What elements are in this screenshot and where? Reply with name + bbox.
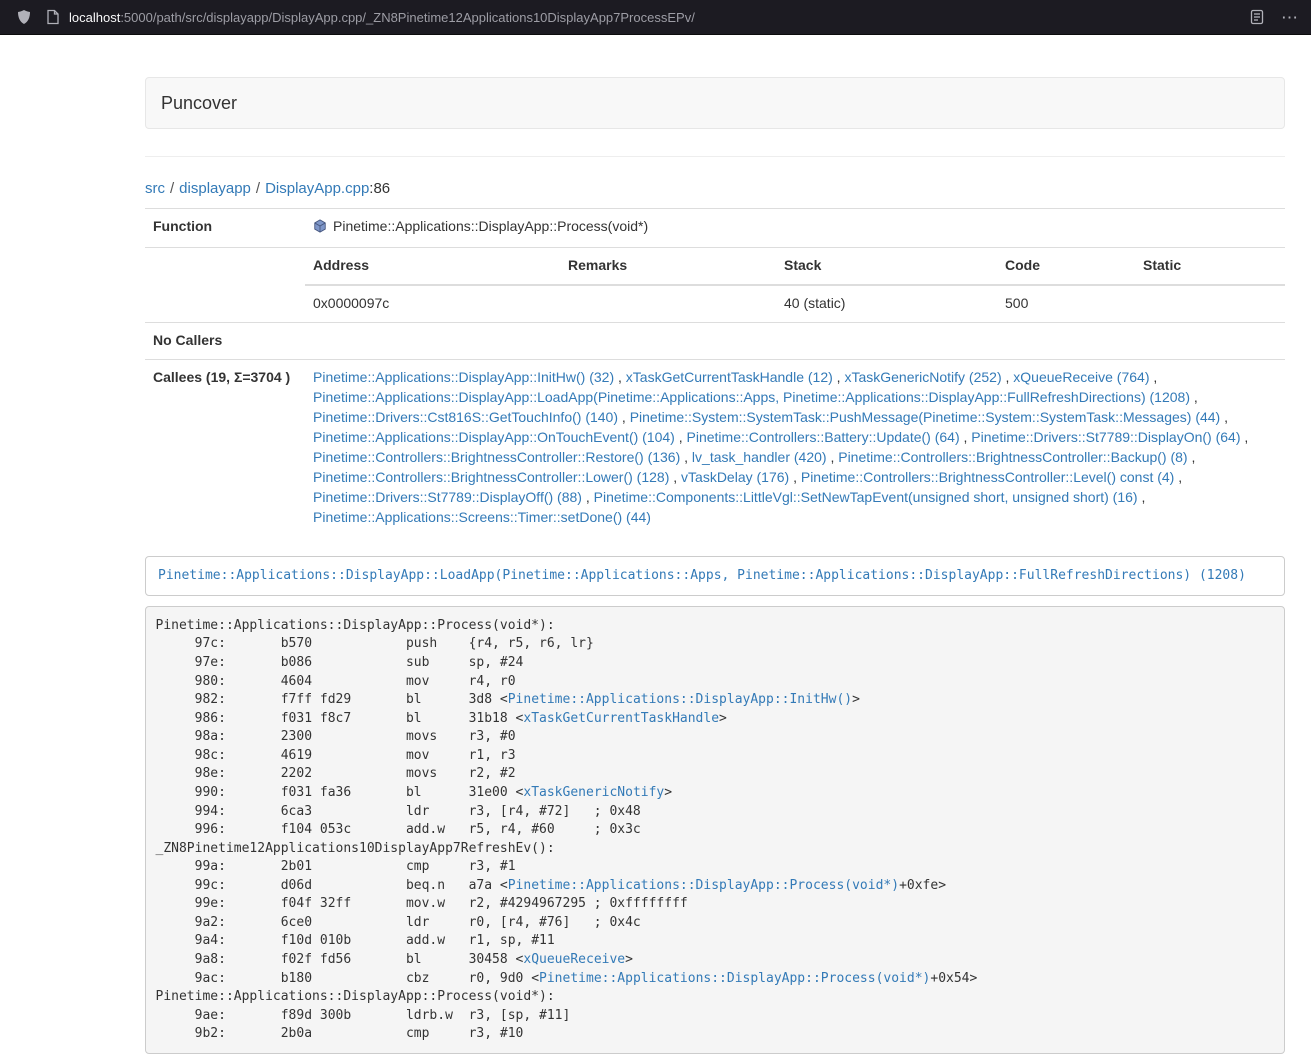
code-symbol-link[interactable]: Pinetime::Applications::DisplayApp::Proc… xyxy=(508,878,899,893)
highlighted-callee-box: Pinetime::Applications::DisplayApp::Load… xyxy=(145,556,1285,597)
stats-row-spacer xyxy=(145,247,305,322)
code-symbol-link[interactable]: xTaskGetCurrentTaskHandle xyxy=(523,711,719,726)
callee-link[interactable]: Pinetime::Applications::DisplayApp::Load… xyxy=(313,389,1190,405)
stats-value-code: 500 xyxy=(997,285,1135,322)
stats-header-row: Address Remarks Stack Code Static xyxy=(305,248,1285,285)
stats-header-static: Static xyxy=(1135,248,1285,285)
callee-link[interactable]: xTaskGenericNotify (252) xyxy=(844,369,1001,385)
breadcrumb: src / displayapp / DisplayApp.cpp:86 xyxy=(145,179,1285,199)
breadcrumb-line-number: :86 xyxy=(369,180,390,197)
stats-value-row: 0x0000097c 40 (static) 500 xyxy=(305,285,1285,322)
callee-link[interactable]: Pinetime::Controllers::BrightnessControl… xyxy=(313,449,680,465)
callee-link[interactable]: Pinetime::Components::LittleVgl::SetNewT… xyxy=(594,489,1138,505)
address-bar[interactable]: localhost:5000/path/src/displayapp/Displ… xyxy=(69,10,1237,25)
code-symbol-link[interactable]: Pinetime::Applications::DisplayApp::Init… xyxy=(508,692,852,707)
url-host: localhost xyxy=(69,10,120,25)
callee-link[interactable]: Pinetime::Drivers::St7789::DisplayOff() … xyxy=(313,489,582,505)
navbar: Puncover xyxy=(145,77,1285,129)
brand-link[interactable]: Puncover xyxy=(161,93,237,114)
callees-row: Callees (19, Σ=3704 ) Pinetime::Applicat… xyxy=(145,359,1285,535)
callee-link[interactable]: xQueueReceive (764) xyxy=(1013,369,1149,385)
function-table: Function Pinetime::Applications::Display… xyxy=(145,208,1285,536)
callee-link[interactable]: Pinetime::Applications::DisplayApp::Init… xyxy=(313,369,614,385)
callee-link[interactable]: Pinetime::Controllers::BrightnessControl… xyxy=(838,449,1187,465)
callee-link[interactable]: xTaskGetCurrentTaskHandle (12) xyxy=(626,369,833,385)
stats-table: Address Remarks Stack Code Static 0x0000… xyxy=(305,248,1285,322)
callee-link[interactable]: Pinetime::Applications::Screens::Timer::… xyxy=(313,509,651,525)
highlighted-callee-link[interactable]: Pinetime::Applications::DisplayApp::Load… xyxy=(158,568,1246,583)
breadcrumb-src-link[interactable]: src xyxy=(145,180,165,197)
page-info-icon[interactable] xyxy=(46,9,60,25)
function-row-label: Function xyxy=(145,209,305,248)
code-symbol-link[interactable]: xQueueReceive xyxy=(523,952,625,967)
reader-view-icon[interactable] xyxy=(1249,9,1265,25)
function-name-cell: Pinetime::Applications::DisplayApp::Proc… xyxy=(305,209,1285,248)
disassembly-code: Pinetime::Applications::DisplayApp::Proc… xyxy=(145,606,1285,1054)
callee-link[interactable]: Pinetime::System::SystemTask::PushMessag… xyxy=(630,409,1221,425)
breadcrumb-file-link[interactable]: DisplayApp.cpp xyxy=(265,180,369,197)
callee-link[interactable]: Pinetime::Controllers::BrightnessControl… xyxy=(313,469,669,485)
breadcrumb-displayapp-link[interactable]: displayapp xyxy=(179,180,251,197)
callee-link[interactable]: vTaskDelay (176) xyxy=(681,469,789,485)
callee-link[interactable]: Pinetime::Applications::DisplayApp::OnTo… xyxy=(313,429,675,445)
toolbar-actions: ⋯ xyxy=(1249,9,1299,26)
stats-header-stack: Stack xyxy=(776,248,997,285)
callee-link[interactable]: Pinetime::Drivers::Cst816S::GetTouchInfo… xyxy=(313,409,618,425)
callee-link[interactable]: Pinetime::Drivers::St7789::DisplayOn() (… xyxy=(971,429,1240,445)
no-callers-row: No Callers xyxy=(145,322,1285,359)
function-row: Function Pinetime::Applications::Display… xyxy=(145,209,1285,248)
code-symbol-link[interactable]: Pinetime::Applications::DisplayApp::Proc… xyxy=(539,971,930,986)
callees-label: Callees (19, Σ=3704 ) xyxy=(145,359,305,535)
stats-value-address: 0x0000097c xyxy=(305,285,560,322)
code-symbol-link[interactable]: xTaskGenericNotify xyxy=(523,785,664,800)
browser-toolbar: localhost:5000/path/src/displayapp/Displ… xyxy=(0,0,1311,35)
page-container: Puncover src / displayapp / DisplayApp.cpp:8… xyxy=(145,77,1285,1054)
divider xyxy=(145,156,1285,157)
stats-value-stack: 40 (static) xyxy=(776,285,997,322)
tracking-protection-shield-icon[interactable] xyxy=(16,9,32,25)
callees-cell: Pinetime::Applications::DisplayApp::Init… xyxy=(305,359,1285,535)
stats-value-static xyxy=(1135,285,1285,322)
stats-value-remarks xyxy=(560,285,776,322)
no-callers-label: No Callers xyxy=(145,322,305,359)
callee-link[interactable]: lv_task_handler (420) xyxy=(692,449,827,465)
stats-row: Address Remarks Stack Code Static 0x0000… xyxy=(145,247,1285,322)
stats-header-remarks: Remarks xyxy=(560,248,776,285)
stats-header-address: Address xyxy=(305,248,560,285)
stats-cell: Address Remarks Stack Code Static 0x0000… xyxy=(305,247,1285,322)
no-callers-cell xyxy=(305,322,1285,359)
stats-header-code: Code xyxy=(997,248,1135,285)
breadcrumb-separator: / xyxy=(170,180,174,197)
url-path: :5000/path/src/displayapp/DisplayApp.cpp… xyxy=(120,10,695,25)
breadcrumb-separator: / xyxy=(256,180,260,197)
overflow-menu-icon[interactable]: ⋯ xyxy=(1281,9,1299,26)
callee-link[interactable]: Pinetime::Controllers::BrightnessControl… xyxy=(801,469,1174,485)
function-name: Pinetime::Applications::DisplayApp::Proc… xyxy=(333,218,648,234)
callee-link[interactable]: Pinetime::Controllers::Battery::Update()… xyxy=(687,429,960,445)
function-type-icon xyxy=(313,219,327,239)
